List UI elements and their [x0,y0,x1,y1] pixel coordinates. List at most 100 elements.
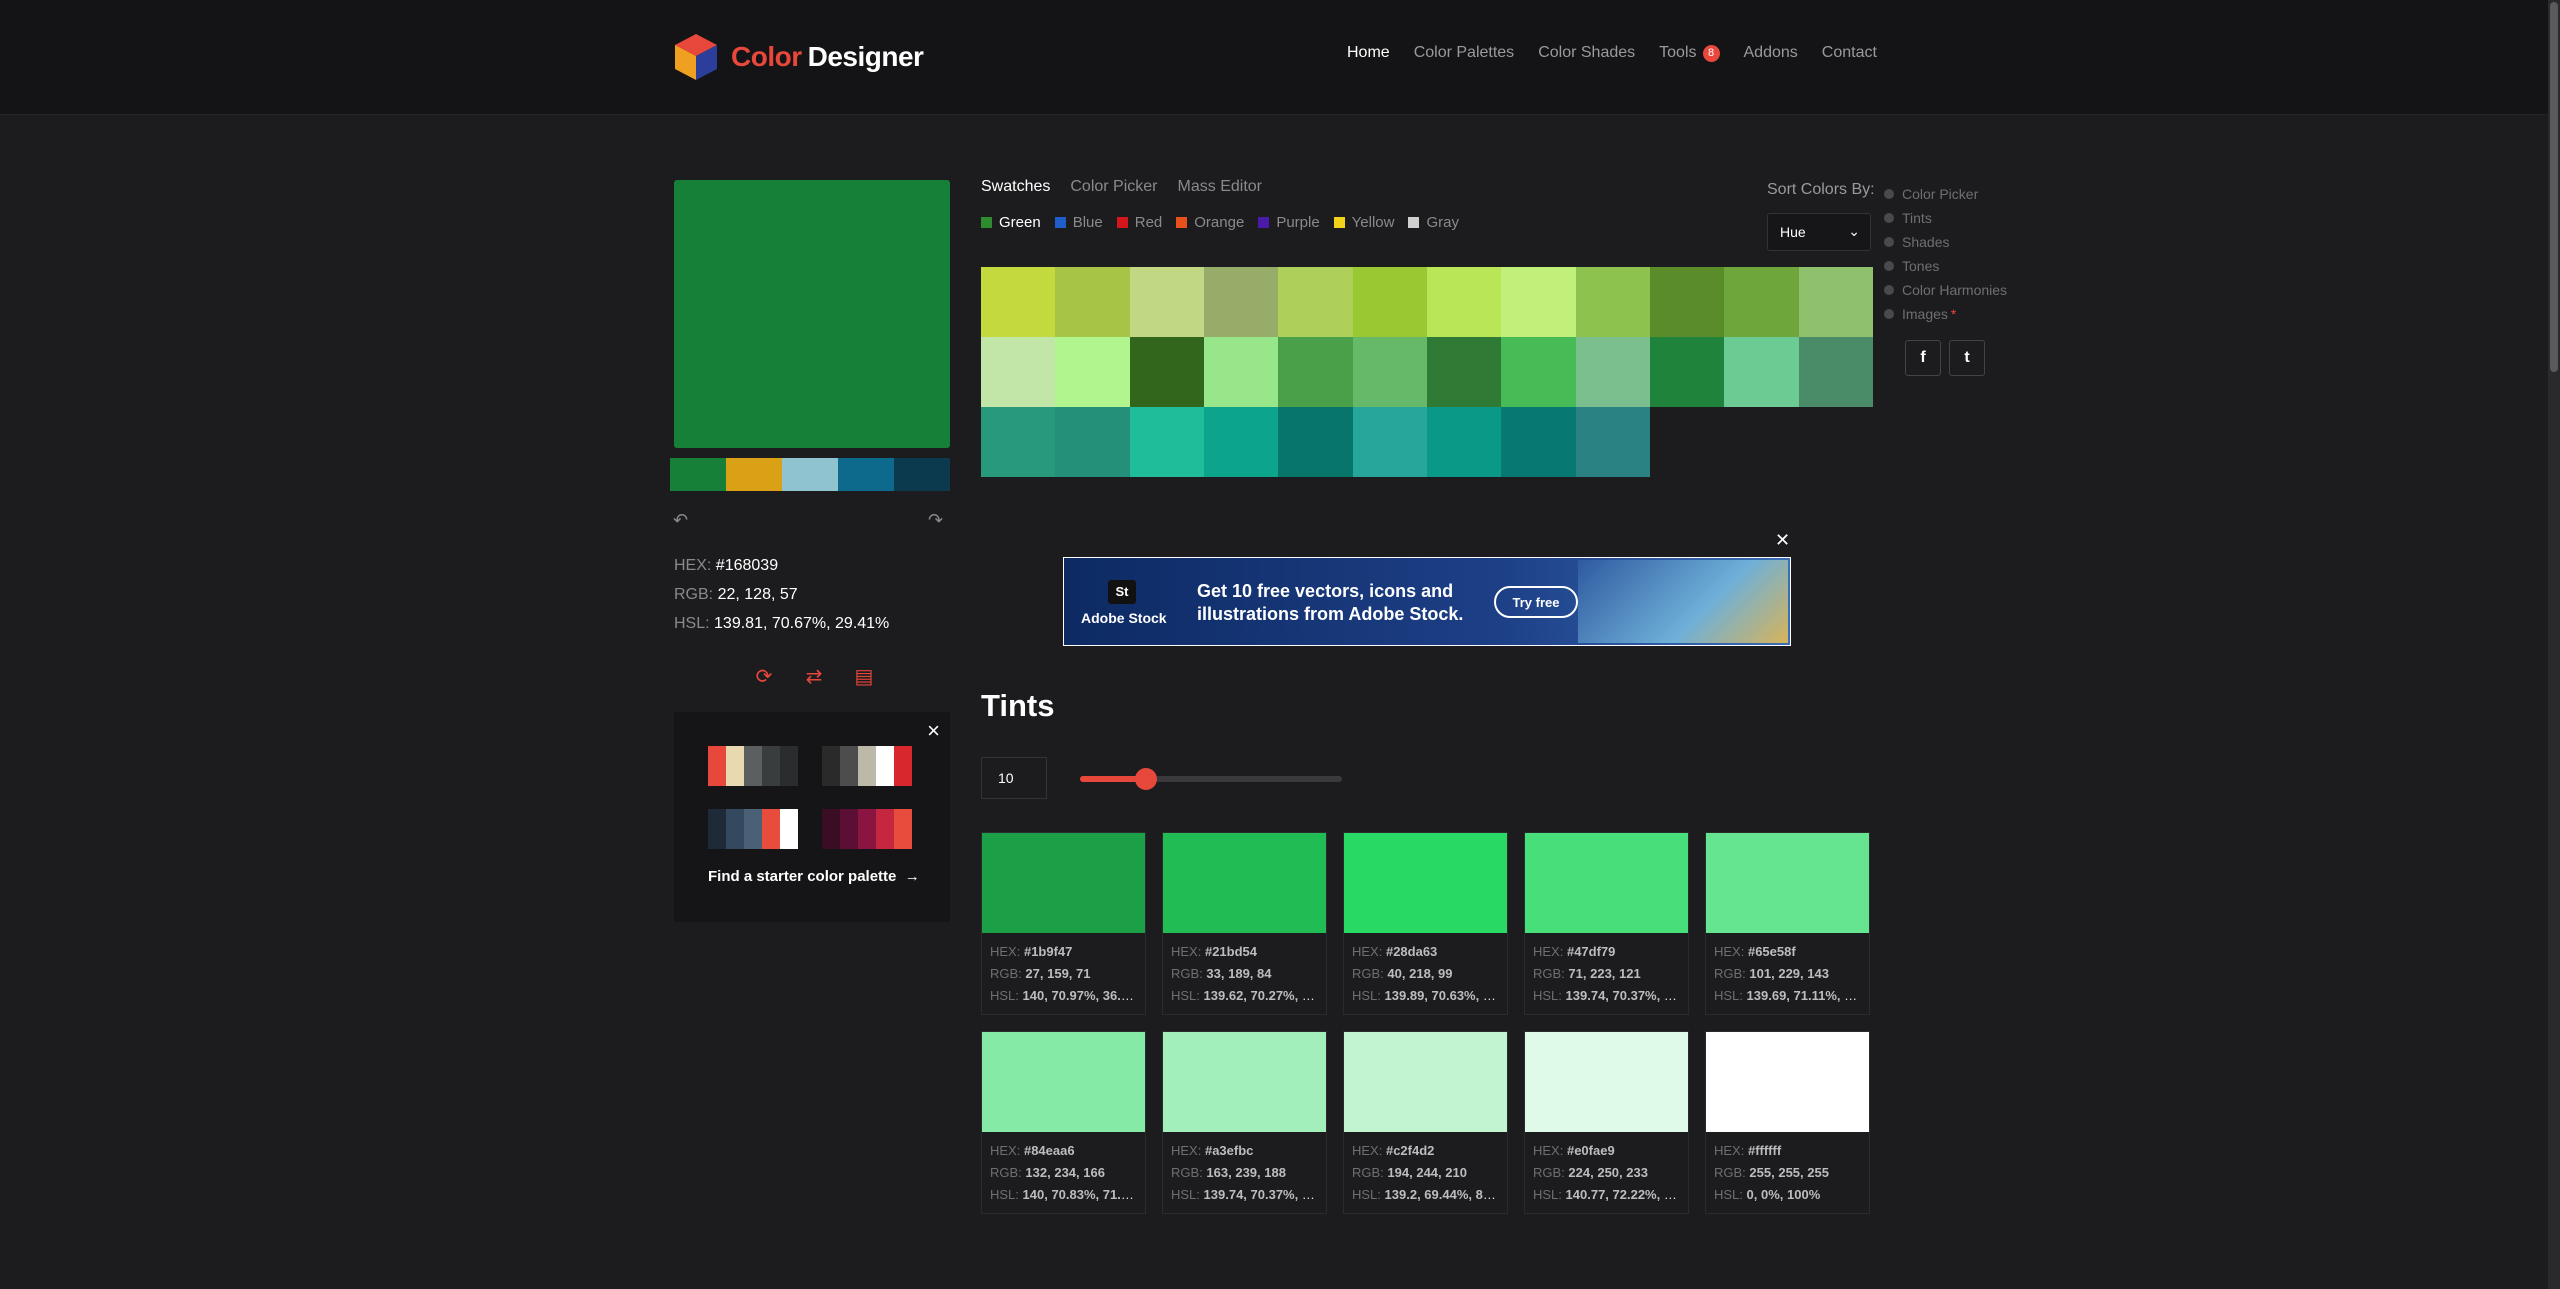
tint-count-slider[interactable] [1080,768,1342,790]
nav-color-shades[interactable]: Color Shades [1538,44,1635,62]
swatch[interactable] [981,407,1056,477]
random-color-icon[interactable]: ⟳ [751,664,777,689]
ad-close-icon[interactable]: ✕ [1775,530,1790,551]
tint-swatch[interactable] [1525,1032,1688,1132]
family-filter-purple[interactable]: Purple [1258,214,1320,231]
swatch[interactable] [1575,337,1650,407]
tint-card[interactable]: HEX: #65e58f RGB: 101, 229, 143 HSL: 139.6… [1705,832,1870,1015]
promo-palette[interactable] [708,809,798,849]
close-icon[interactable]: × [927,718,940,744]
history-swatch[interactable] [726,458,782,491]
tint-card[interactable]: HEX: #1b9f47 RGB: 27, 159, 71 HSL: 140, 70… [981,832,1146,1015]
history-swatch[interactable] [782,458,838,491]
swatch[interactable] [1055,407,1130,477]
nav-addons[interactable]: Addons [1744,44,1798,62]
swatch[interactable] [1204,337,1279,407]
family-filter-blue[interactable]: Blue [1054,214,1103,231]
swatch[interactable] [1724,337,1799,407]
starter-palette-promo[interactable]: × Find a starter color palette → [674,712,950,922]
swatch[interactable] [1650,337,1725,407]
swatch[interactable] [1204,267,1279,337]
swatch[interactable] [1427,407,1502,477]
page-scrollbar[interactable] [2548,0,2560,1289]
nav-tools[interactable]: Tools 8 [1659,44,1720,62]
hsl-value[interactable]: 139.81, 70.67%, 29.41% [714,615,889,632]
family-filter-gray[interactable]: Gray [1408,214,1459,231]
tint-card[interactable]: HEX: #47df79 RGB: 71, 223, 121 HSL: 139.74… [1524,832,1689,1015]
swatch[interactable] [1352,337,1427,407]
family-filter-red[interactable]: Red [1116,214,1162,231]
swatch[interactable] [1129,407,1204,477]
scrollbar-thumb[interactable] [2550,2,2558,372]
tint-swatch[interactable] [1706,833,1869,933]
tint-swatch[interactable] [1163,1032,1326,1132]
tint-card[interactable]: HEX: #84eaa6 RGB: 132, 234, 166 HSL: 140, … [981,1031,1146,1214]
undo-icon[interactable]: ↶ [673,510,688,531]
tint-card[interactable]: HEX: #a3efbc RGB: 163, 239, 188 HSL: 139.7… [1162,1031,1327,1214]
nav-contact[interactable]: Contact [1822,44,1877,62]
section-link-tints[interactable]: Tints [1884,206,2007,230]
swatch[interactable] [1575,267,1650,337]
facebook-icon[interactable]: f [1905,340,1941,376]
swatch[interactable] [1055,267,1130,337]
section-link-shades[interactable]: Shades [1884,230,2007,254]
tint-card[interactable]: HEX: #e0fae9 RGB: 224, 250, 233 HSL: 140.7… [1524,1031,1689,1214]
swatch[interactable] [1501,267,1576,337]
tint-swatch[interactable] [982,1032,1145,1132]
nav-color-palettes[interactable]: Color Palettes [1414,44,1515,62]
section-link-color-harmonies[interactable]: Color Harmonies [1884,278,2007,302]
swatch[interactable] [1427,337,1502,407]
rgb-value[interactable]: 22, 128, 57 [718,586,798,603]
swatch[interactable] [1427,267,1502,337]
swatch[interactable] [1798,337,1873,407]
swatch[interactable] [1129,267,1204,337]
swatch[interactable] [1798,267,1873,337]
section-link-images[interactable]: Images * [1884,302,2007,326]
swatch[interactable] [1352,267,1427,337]
adobe-stock-ad[interactable]: St Adobe Stock Get 10 free vectors, icon… [1063,557,1791,646]
tab-mass-editor[interactable]: Mass Editor [1178,178,1262,196]
tab-swatches[interactable]: Swatches [981,178,1050,196]
export-icon[interactable]: ▤ [851,664,877,689]
swatch[interactable] [1055,337,1130,407]
swatch[interactable] [1575,407,1650,477]
slider-handle[interactable] [1134,768,1157,790]
swatch[interactable] [1352,407,1427,477]
swatch[interactable] [1278,407,1353,477]
section-link-color-picker[interactable]: Color Picker [1884,182,2007,206]
promo-palette[interactable] [708,746,798,786]
swatch[interactable] [1129,337,1204,407]
tint-swatch[interactable] [1163,833,1326,933]
logo[interactable]: Color Designer [673,32,924,82]
tint-count-input[interactable]: 10 [981,757,1047,799]
swatch[interactable] [1278,267,1353,337]
sort-select[interactable]: Hue ⌄ [1767,213,1871,251]
history-swatch[interactable] [894,458,950,491]
history-swatch[interactable] [838,458,894,491]
family-filter-yellow[interactable]: Yellow [1333,214,1394,231]
family-filter-orange[interactable]: Orange [1176,214,1244,231]
tint-card[interactable]: HEX: #ffffff RGB: 255, 255, 255 HSL: 0, 0%… [1705,1031,1870,1214]
swatch[interactable] [1204,407,1279,477]
current-color-swatch[interactable] [674,180,950,448]
nav-home[interactable]: Home [1347,44,1390,62]
tint-swatch[interactable] [1344,833,1507,933]
redo-icon[interactable]: ↷ [928,510,943,531]
tint-swatch[interactable] [1344,1032,1507,1132]
promo-palette[interactable] [822,746,912,786]
tint-card[interactable]: HEX: #c2f4d2 RGB: 194, 244, 210 HSL: 139.2… [1343,1031,1508,1214]
swatch[interactable] [1278,337,1353,407]
swatch[interactable] [1501,407,1576,477]
family-filter-green[interactable]: Green [981,214,1041,231]
swatch[interactable] [1650,267,1725,337]
share-link-icon[interactable]: ⇄ [801,664,827,689]
tab-color-picker[interactable]: Color Picker [1070,178,1157,196]
tint-card[interactable]: HEX: #28da63 RGB: 40, 218, 99 HSL: 139.89,… [1343,832,1508,1015]
ad-try-free-button[interactable]: Try free [1494,586,1578,618]
swatch[interactable] [981,337,1056,407]
history-swatch[interactable] [670,458,726,491]
tint-swatch[interactable] [1525,833,1688,933]
promo-palette[interactable] [822,809,912,849]
swatch[interactable] [981,267,1056,337]
swatch[interactable] [1724,267,1799,337]
